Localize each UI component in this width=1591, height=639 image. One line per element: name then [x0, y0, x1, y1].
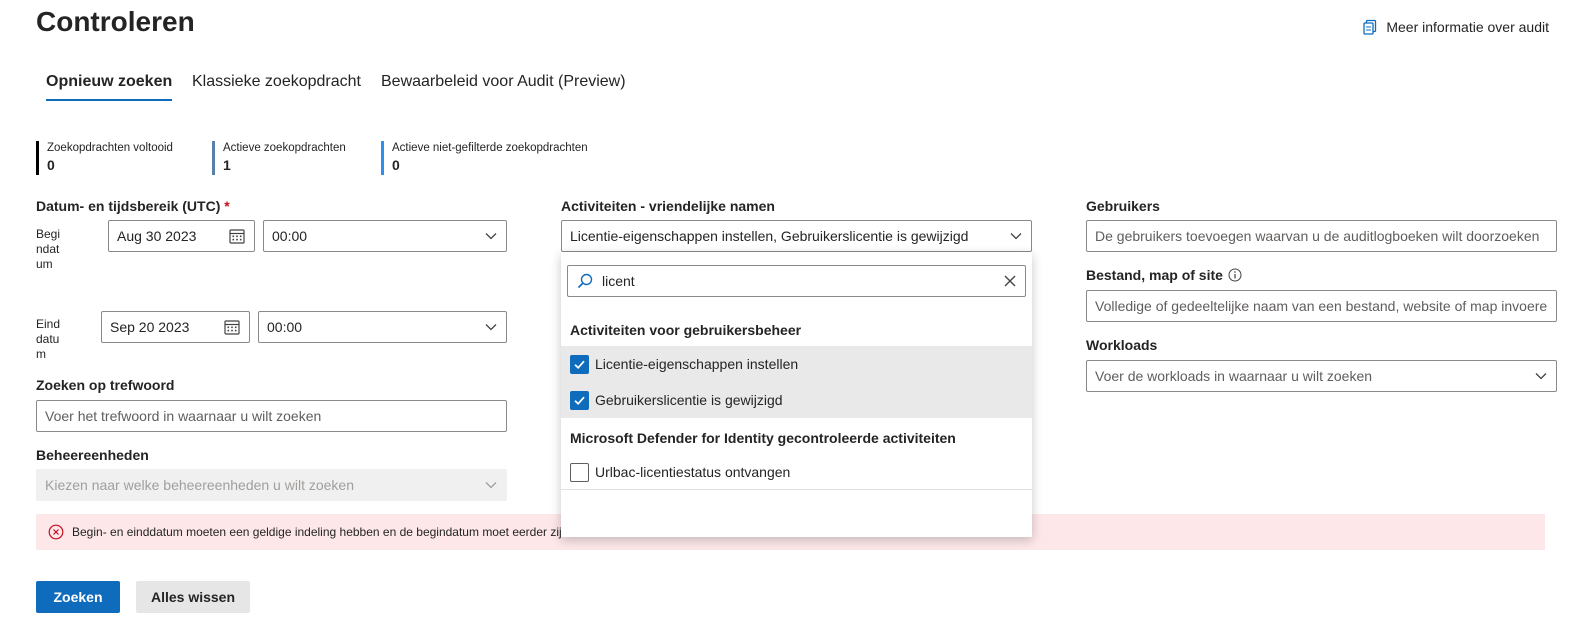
- activities-search-input[interactable]: licent: [567, 265, 1026, 297]
- tab-retention-policy[interactable]: Bewaarbeleid voor Audit (Preview): [381, 73, 626, 99]
- option-label: Gebruikerslicentie is gewijzigd: [595, 392, 783, 408]
- stat-completed-value: 0: [47, 157, 55, 173]
- start-date-picker[interactable]: Aug 30 2023: [108, 220, 255, 252]
- dropdown-divider: [561, 489, 1032, 490]
- file-input[interactable]: Volledige of gedeeltelijke naam van een …: [1086, 290, 1557, 322]
- option-set-license-properties[interactable]: Licentie-eigenschappen instellen: [561, 346, 1032, 382]
- file-placeholder: Volledige of gedeeltelijke naam van een …: [1095, 298, 1548, 314]
- error-circle-icon: [48, 524, 64, 540]
- stat-active-label: Actieve zoekopdrachten: [223, 142, 346, 154]
- workloads-select[interactable]: Voer de workloads in waarnaar u wilt zoe…: [1086, 360, 1557, 392]
- activities-dropdown-panel: licent Activiteiten voor gebruikersbehee…: [561, 252, 1032, 537]
- admin-units-select: Kiezen naar welke beheereenheden u wilt …: [36, 469, 507, 501]
- option-urlbac-license-status[interactable]: Urlbac-licentiestatus ontvangen: [561, 454, 1032, 490]
- required-marker: *: [224, 198, 230, 214]
- error-message-text: Begin- en einddatum moeten een geldige i…: [72, 525, 569, 539]
- admin-units-label: Beheereenheden: [36, 447, 149, 463]
- info-icon[interactable]: [1228, 268, 1242, 282]
- end-date-label: Eind datu m: [36, 317, 60, 362]
- calendar-icon[interactable]: [223, 318, 241, 336]
- keyword-label: Zoeken op trefwoord: [36, 377, 175, 393]
- close-icon[interactable]: [1003, 274, 1017, 288]
- calendar-icon[interactable]: [228, 227, 246, 245]
- search-icon: [576, 272, 594, 290]
- admin-units-placeholder: Kiezen naar welke beheereenheden u wilt …: [45, 477, 354, 493]
- checkbox-checked[interactable]: [570, 390, 589, 410]
- start-time-value: 00:00: [272, 228, 308, 244]
- activities-select[interactable]: Licentie-eigenschappen instellen, Gebrui…: [561, 220, 1032, 252]
- workloads-placeholder: Voer de workloads in waarnaar u wilt zoe…: [1095, 368, 1373, 384]
- group-header-defender-identity: Microsoft Defender for Identity gecontro…: [570, 430, 956, 446]
- file-label: Bestand, map of site: [1086, 267, 1242, 283]
- keyword-input[interactable]: Voer het trefwoord in waarnaar u wilt zo…: [36, 400, 507, 432]
- end-label-line: Eind: [36, 317, 61, 331]
- end-time-select[interactable]: 00:00: [258, 311, 507, 343]
- workloads-label: Workloads: [1086, 337, 1158, 353]
- audit-info-label: Meer informatie over audit: [1386, 19, 1549, 35]
- users-input[interactable]: De gebruikers toevoegen waarvan u de aud…: [1086, 220, 1557, 252]
- users-label: Gebruikers: [1086, 198, 1160, 214]
- group-header-user-management: Activiteiten voor gebruikersbeheer: [570, 322, 802, 338]
- document-icon: [1362, 19, 1378, 35]
- end-date-picker[interactable]: Sep 20 2023: [101, 311, 250, 343]
- file-label-text: Bestand, map of site: [1086, 267, 1223, 283]
- stat-unfiltered-value: 0: [392, 157, 400, 173]
- stat-unfiltered: Actieve niet-gefilterde zoekopdrachten 0: [381, 141, 588, 175]
- chevron-down-icon: [484, 229, 498, 243]
- tab-classic-search[interactable]: Klassieke zoekopdracht: [192, 73, 361, 99]
- users-placeholder: De gebruikers toevoegen waarvan u de aud…: [1095, 228, 1540, 244]
- stat-completed: Zoekopdrachten voltooid 0: [36, 141, 173, 175]
- start-time-select[interactable]: 00:00: [263, 220, 507, 252]
- chevron-down-icon: [1009, 229, 1023, 243]
- activities-value: Licentie-eigenschappen instellen, Gebrui…: [570, 228, 969, 244]
- audit-info-link[interactable]: Meer informatie over audit: [1362, 19, 1549, 35]
- end-label-line: m: [36, 347, 46, 361]
- end-label-line: datu: [36, 332, 60, 346]
- checkbox-checked[interactable]: [570, 354, 589, 374]
- start-label-line: um: [36, 257, 53, 271]
- start-date-label: Begi ndat um: [36, 227, 60, 272]
- tab-new-search[interactable]: Opnieuw zoeken: [46, 73, 173, 101]
- activities-search-value: licent: [602, 273, 635, 289]
- end-date-value: Sep 20 2023: [110, 319, 190, 335]
- checkbox-unchecked[interactable]: [570, 462, 589, 482]
- page-title: Controleren: [36, 6, 195, 37]
- stat-active-value: 1: [223, 157, 231, 173]
- chevron-down-icon: [484, 478, 498, 492]
- search-button[interactable]: Zoeken: [36, 581, 120, 613]
- start-label-line: ndat: [36, 242, 60, 256]
- stat-active: Actieve zoekopdrachten 1: [212, 141, 346, 175]
- activities-label: Activiteiten - vriendelijke namen: [561, 198, 775, 214]
- end-time-value: 00:00: [267, 319, 303, 335]
- date-range-label: Datum- en tijdsbereik (UTC) *: [36, 198, 230, 214]
- option-user-license-changed[interactable]: Gebruikerslicentie is gewijzigd: [561, 382, 1032, 418]
- keyword-placeholder: Voer het trefwoord in waarnaar u wilt zo…: [45, 408, 322, 424]
- chevron-down-icon: [1534, 369, 1548, 383]
- option-label: Licentie-eigenschappen instellen: [595, 356, 799, 372]
- date-range-label-text: Datum- en tijdsbereik (UTC): [36, 198, 221, 214]
- chevron-down-icon: [484, 320, 498, 334]
- option-label: Urlbac-licentiestatus ontvangen: [595, 464, 791, 480]
- start-label-line: Begi: [36, 227, 61, 241]
- stat-unfiltered-label: Actieve niet-gefilterde zoekopdrachten: [392, 142, 588, 154]
- start-date-value: Aug 30 2023: [117, 228, 197, 244]
- stat-completed-label: Zoekopdrachten voltooid: [47, 142, 173, 154]
- clear-all-button[interactable]: Alles wissen: [136, 581, 250, 613]
